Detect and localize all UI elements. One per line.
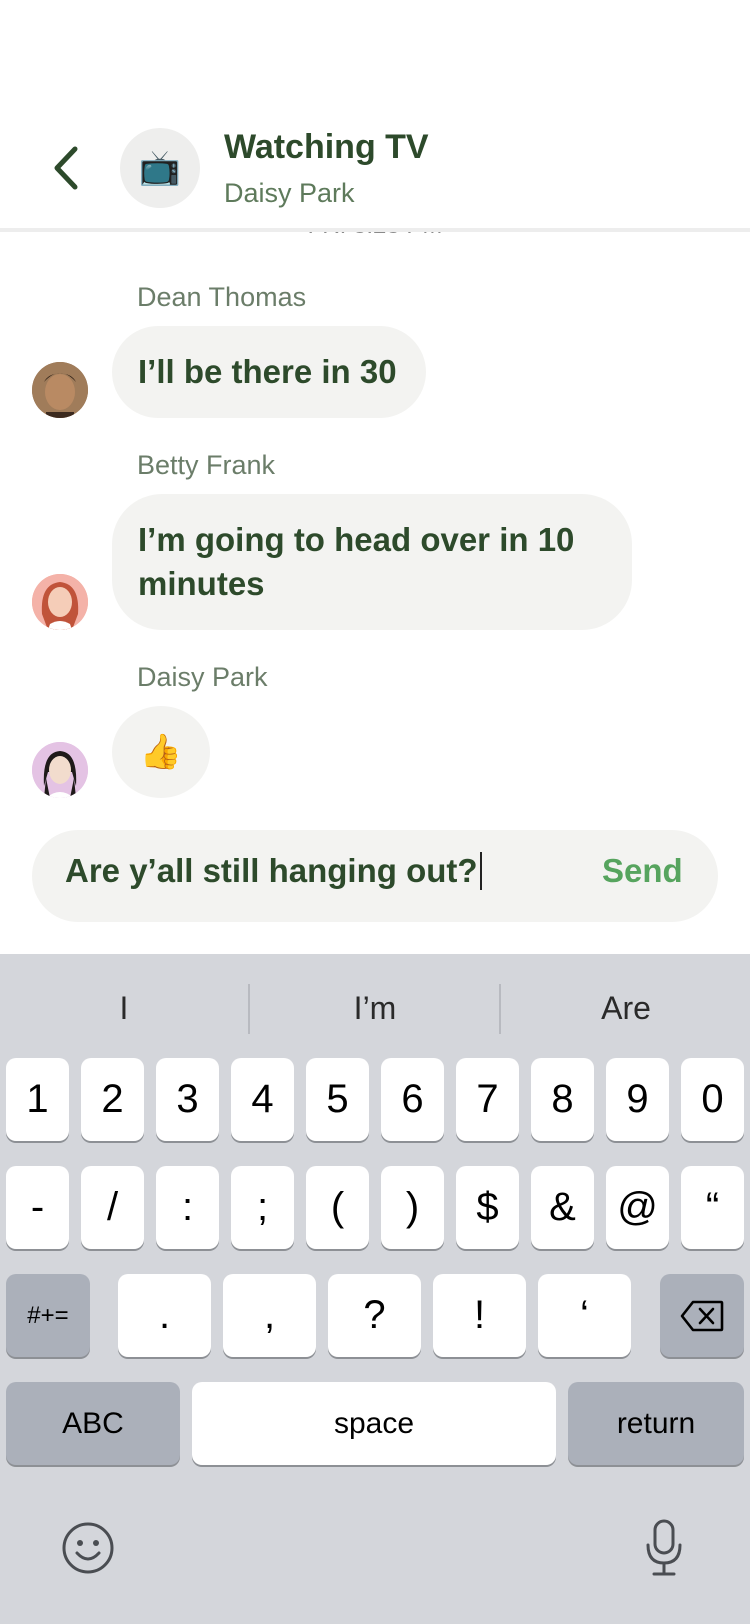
message-bubble[interactable]: I’m going to head over in 10 minutes [112, 494, 632, 630]
key-slash[interactable]: / [81, 1166, 144, 1249]
suggestion-divider [499, 984, 501, 1034]
back-button[interactable] [36, 128, 96, 208]
key-8[interactable]: 8 [531, 1058, 594, 1141]
smiley-icon [62, 1522, 114, 1574]
key-close-paren[interactable]: ) [381, 1166, 444, 1249]
thumbs-up-reaction[interactable]: 👍 [112, 706, 210, 798]
key-comma[interactable]: , [223, 1274, 316, 1357]
key-ampersand[interactable]: & [531, 1166, 594, 1249]
suggestion-divider [248, 984, 250, 1034]
avatar[interactable] [32, 574, 88, 630]
key-dollar[interactable]: $ [456, 1166, 519, 1249]
chat-title: Watching TV [224, 128, 429, 166]
key-3[interactable]: 3 [156, 1058, 219, 1141]
return-key[interactable]: return [568, 1382, 744, 1465]
key-1[interactable]: 1 [6, 1058, 69, 1141]
key-hyphen[interactable]: - [6, 1166, 69, 1249]
key-apostrophe[interactable]: ‘ [538, 1274, 631, 1357]
backspace-key[interactable] [660, 1274, 744, 1357]
suggestion-3[interactable]: Are [506, 990, 746, 1027]
message-input[interactable]: Are y’all still hanging out? [65, 852, 482, 890]
avatar[interactable] [32, 362, 88, 418]
message-sender: Dean Thomas [137, 282, 307, 312]
message-input-text: Are y’all still hanging out? [65, 852, 478, 889]
symbols-key[interactable]: #+= [6, 1274, 90, 1357]
message-bubble[interactable]: I’ll be there in 30 [112, 326, 426, 418]
key-4[interactable]: 4 [231, 1058, 294, 1141]
group-avatar[interactable]: 📺 [120, 128, 200, 208]
chat-header: 📺 Watching TV Daisy Park [0, 0, 750, 228]
key-7[interactable]: 7 [456, 1058, 519, 1141]
key-0[interactable]: 0 [681, 1058, 744, 1141]
chat-subtitle: Daisy Park [224, 178, 355, 208]
microphone-icon [646, 1519, 682, 1576]
send-button[interactable]: Send [602, 852, 683, 890]
dictation-button[interactable] [636, 1516, 692, 1580]
space-key[interactable]: space [192, 1382, 556, 1465]
abc-key[interactable]: ABC [6, 1382, 180, 1465]
message-sender: Daisy Park [137, 662, 268, 692]
key-5[interactable]: 5 [306, 1058, 369, 1141]
suggestion-1[interactable]: I [4, 990, 244, 1027]
chevron-left-icon [54, 146, 78, 190]
key-quote[interactable]: “ [681, 1166, 744, 1249]
key-at[interactable]: @ [606, 1166, 669, 1249]
header-divider [0, 228, 750, 232]
suggestion-2[interactable]: I’m [255, 990, 495, 1027]
key-colon[interactable]: : [156, 1166, 219, 1249]
key-6[interactable]: 6 [381, 1058, 444, 1141]
key-9[interactable]: 9 [606, 1058, 669, 1141]
key-open-paren[interactable]: ( [306, 1166, 369, 1249]
text-caret [479, 852, 482, 890]
emoji-button[interactable] [58, 1518, 118, 1578]
key-exclamation[interactable]: ! [433, 1274, 526, 1357]
key-2[interactable]: 2 [81, 1058, 144, 1141]
backspace-icon [680, 1300, 724, 1331]
key-period[interactable]: . [118, 1274, 211, 1357]
key-semicolon[interactable]: ; [231, 1166, 294, 1249]
avatar[interactable] [32, 742, 88, 798]
message-sender: Betty Frank [137, 450, 276, 480]
key-question[interactable]: ? [328, 1274, 421, 1357]
